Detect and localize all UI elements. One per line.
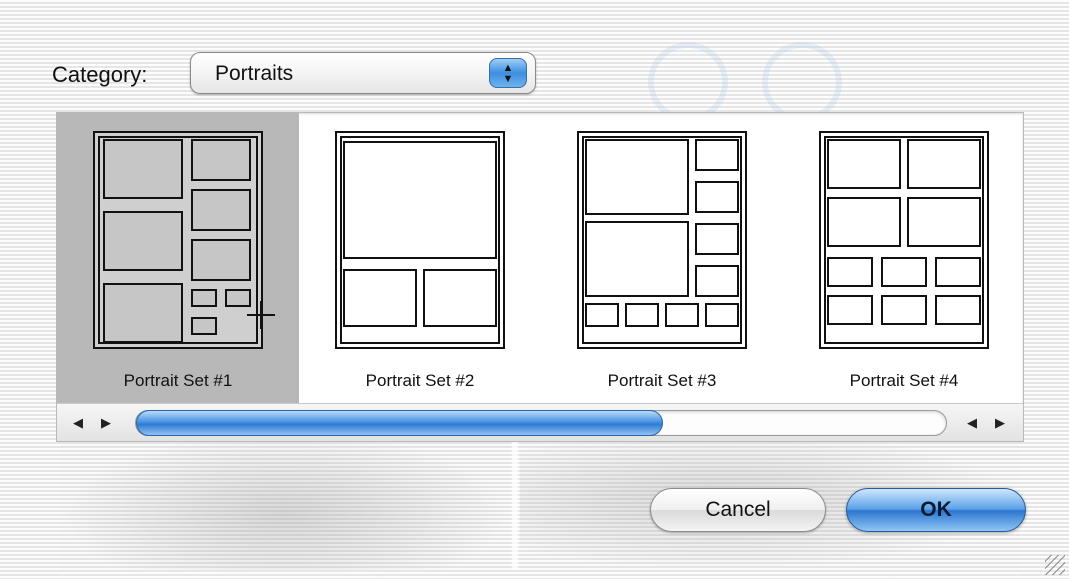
template-portrait-set-1[interactable]: Portrait Set #1 bbox=[57, 113, 299, 403]
scroll-right-arrow-icon[interactable]: ▶ bbox=[93, 410, 119, 436]
horizontal-scrollbar[interactable]: ◀ ▶ ◀ ▶ bbox=[57, 403, 1023, 441]
scroll-thumb[interactable] bbox=[136, 410, 663, 436]
scroll-right-arrow-icon[interactable]: ▶ bbox=[987, 410, 1013, 436]
category-selected-value: Portraits bbox=[215, 62, 294, 85]
template-portrait-set-2[interactable]: Portrait Set #2 bbox=[299, 113, 541, 403]
background-divider bbox=[512, 430, 518, 570]
ok-button[interactable]: OK bbox=[846, 488, 1026, 532]
template-portrait-set-4[interactable]: Portrait Set #4 bbox=[783, 113, 1025, 403]
layout-thumbnail bbox=[335, 131, 505, 349]
template-browser: Portrait Set #1 Portrait Set #2 Portrait… bbox=[56, 112, 1024, 442]
background-photo-left bbox=[60, 430, 510, 570]
template-label: Portrait Set #3 bbox=[607, 371, 717, 390]
popup-arrows-icon: ▲ ▼ bbox=[489, 58, 527, 88]
background-circle-icon bbox=[762, 42, 842, 122]
category-label: Category: bbox=[52, 62, 148, 87]
template-label: Portrait Set #1 bbox=[123, 371, 233, 390]
template-portrait-set-3[interactable]: Portrait Set #3 bbox=[541, 113, 783, 403]
category-popup[interactable]: Portraits ▲ ▼ bbox=[190, 52, 536, 94]
template-tiles: Portrait Set #1 Portrait Set #2 Portrait… bbox=[57, 113, 1023, 403]
resize-grip-icon[interactable] bbox=[1045, 555, 1065, 575]
cancel-button[interactable]: Cancel bbox=[650, 488, 826, 532]
scroll-left-arrow-icon[interactable]: ◀ bbox=[959, 410, 985, 436]
crosshair-cursor-icon bbox=[247, 301, 275, 329]
layout-thumbnail bbox=[93, 131, 263, 349]
template-label: Portrait Set #2 bbox=[365, 371, 475, 390]
layout-thumbnail bbox=[577, 131, 747, 349]
template-label: Portrait Set #4 bbox=[849, 371, 959, 390]
layout-thumbnail bbox=[819, 131, 989, 349]
scroll-track[interactable] bbox=[135, 410, 947, 436]
scroll-left-arrow-icon[interactable]: ◀ bbox=[65, 410, 91, 436]
background-circle-icon bbox=[648, 42, 728, 122]
